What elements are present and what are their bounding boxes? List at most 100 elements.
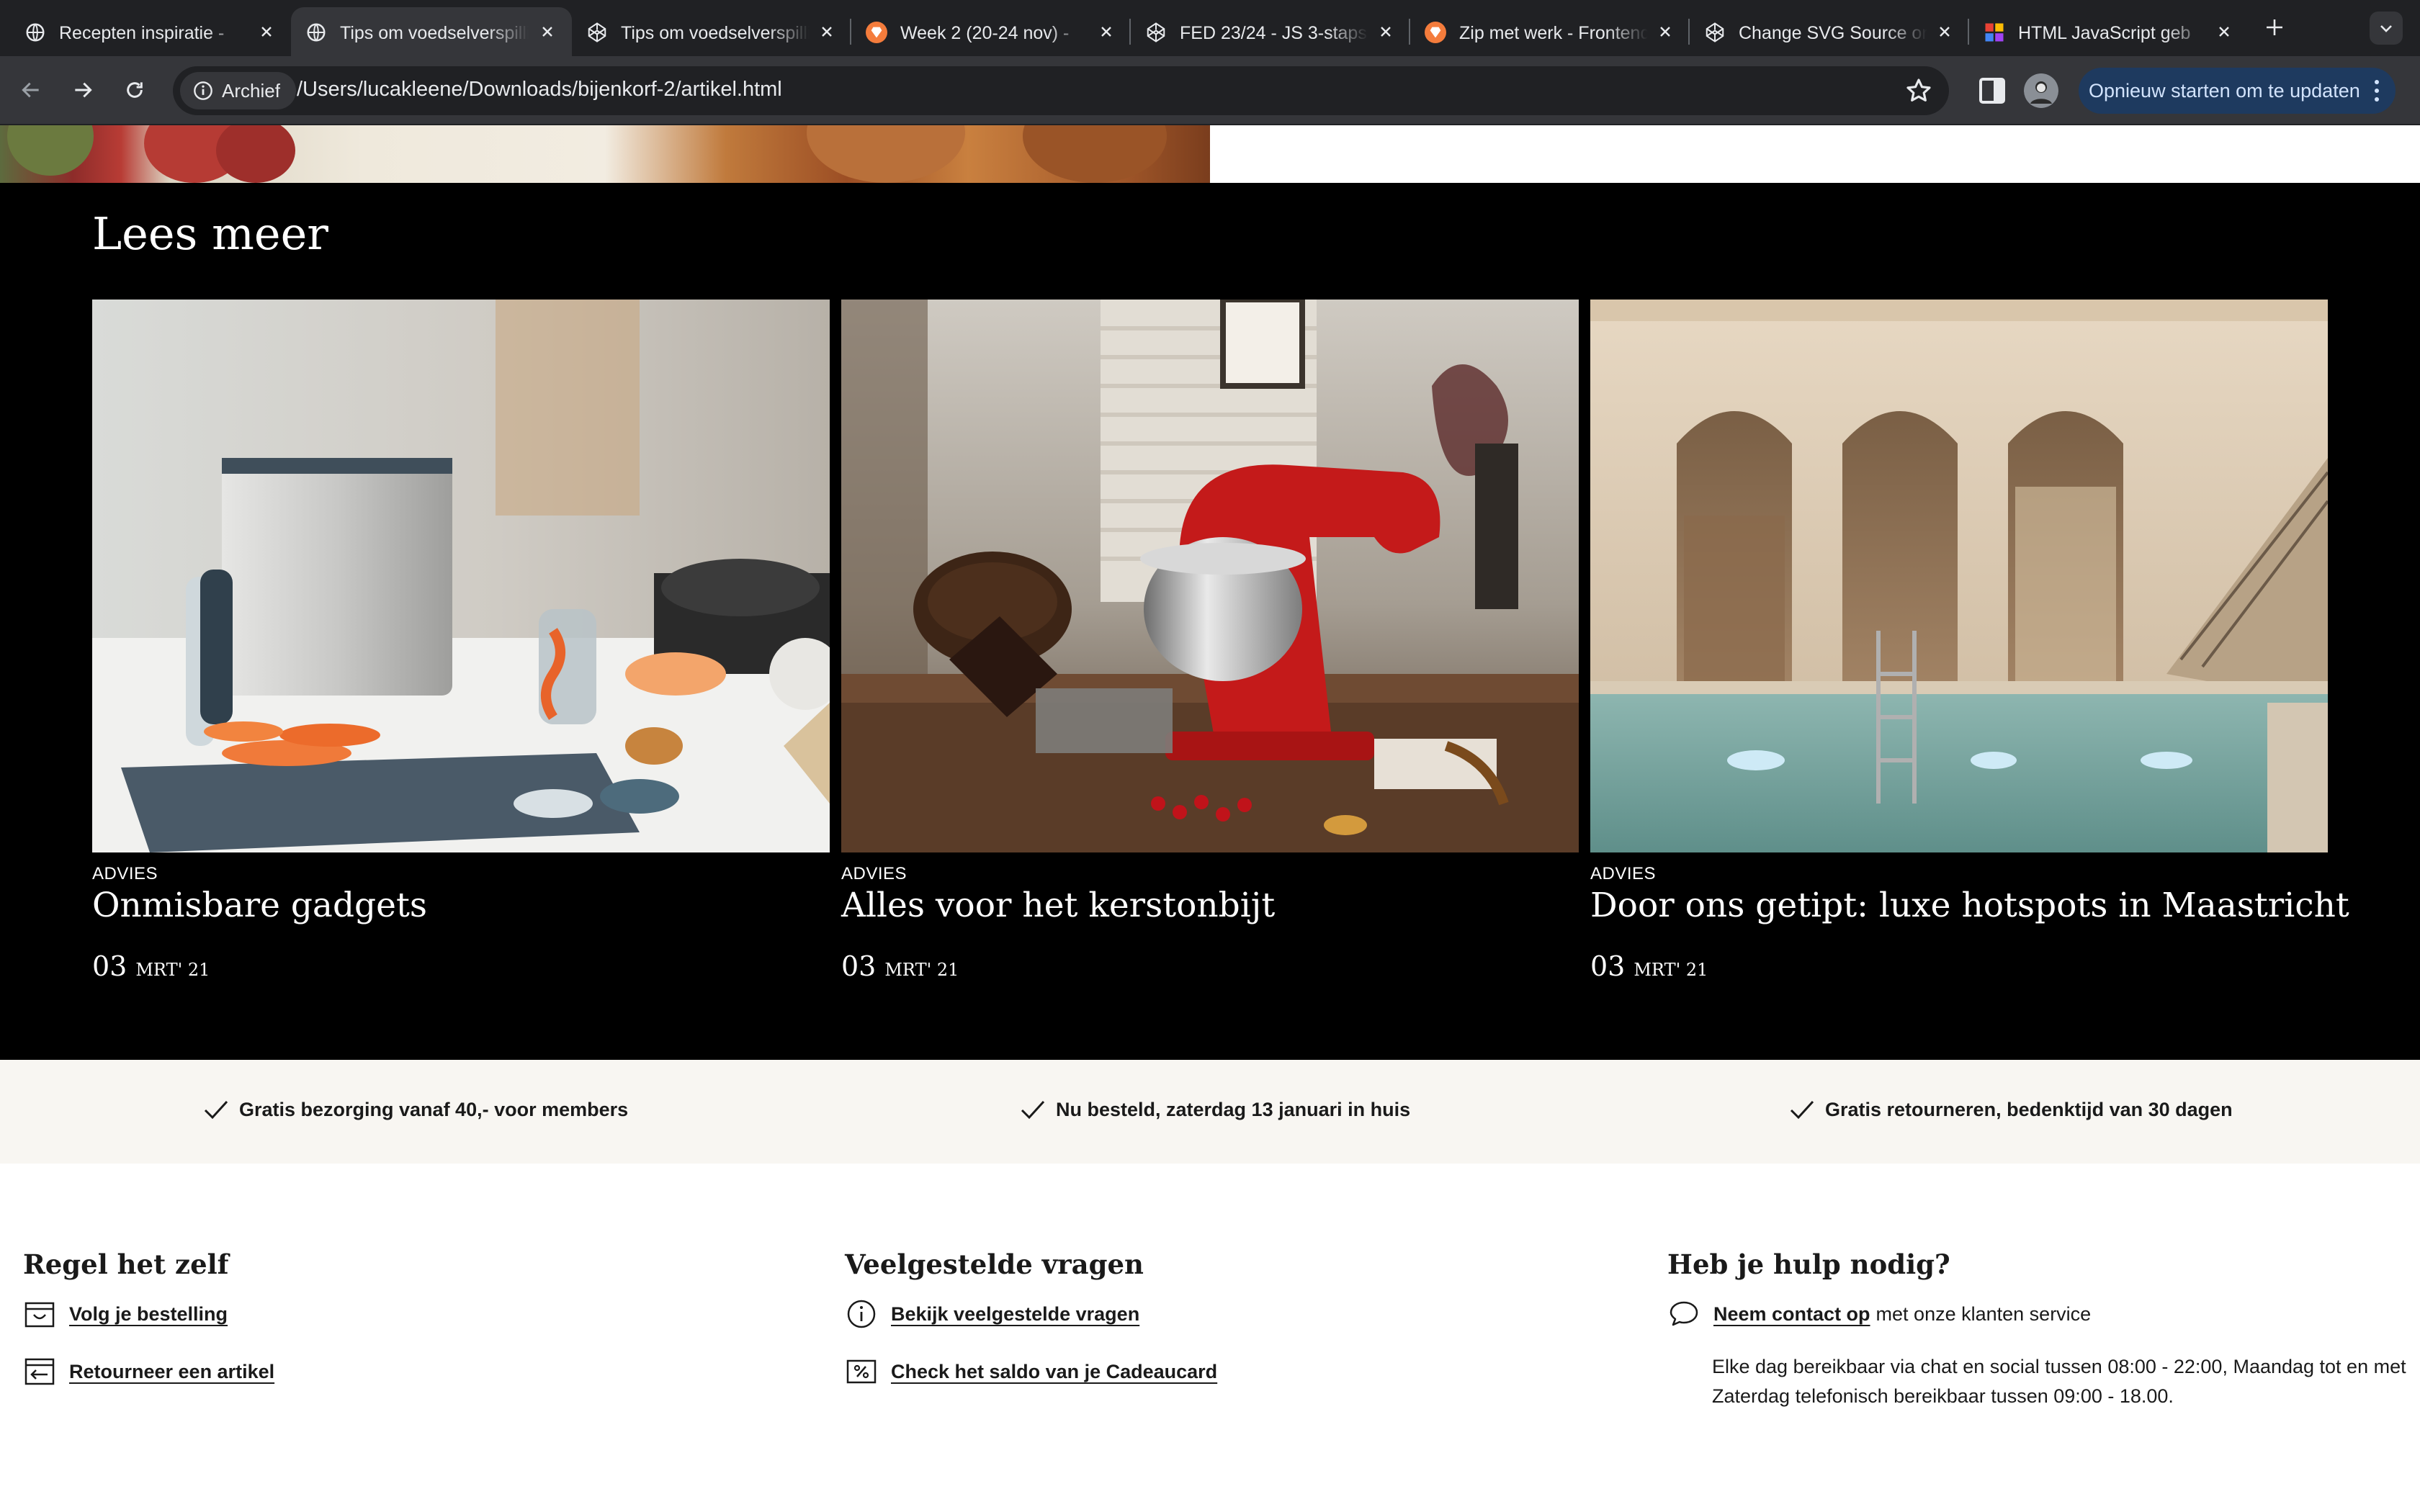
tab-title: Week 2 (20-24 nov) - — [900, 23, 1070, 43]
track-order-link[interactable]: Volg je bestelling — [69, 1303, 228, 1326]
bookmark-star-icon[interactable] — [1904, 76, 1933, 105]
card-category: ADVIES — [841, 864, 908, 883]
close-tab-icon[interactable] — [255, 20, 278, 43]
forward-button[interactable] — [65, 72, 101, 108]
update-label: Opnieuw starten om te updaten — [2089, 80, 2360, 102]
close-tab-icon[interactable] — [536, 20, 559, 43]
tab-title: FED 23/24 - JS 3-staps — [1180, 23, 1367, 43]
colorful-icon — [1984, 22, 2005, 43]
reload-button[interactable] — [117, 72, 153, 108]
usp-item: Gratis bezorging vanaf 40,- voor members — [203, 1099, 628, 1121]
usp-item: Nu besteld, zaterdag 13 januari in huis — [1020, 1099, 1410, 1121]
return-item-link[interactable]: Retourneer een artikel — [69, 1361, 274, 1383]
plus-icon — [2267, 19, 2282, 35]
chip-label: Archief — [222, 80, 280, 102]
url-text[interactable]: /Users/lucakleene/Downloads/bijenkorf-2/… — [297, 78, 782, 102]
tab-search-button[interactable] — [2370, 12, 2403, 45]
read-more-section: Lees meer ADVIES Onmisbare gadgets 03 MR… — [0, 183, 2420, 1060]
section-heading: Lees meer — [92, 207, 328, 260]
more-vert-icon[interactable] — [2370, 78, 2384, 104]
tab-recepten[interactable]: Recepten inspiratie - — [10, 7, 291, 56]
card-title[interactable]: Alles voor het kerstonbijt — [841, 886, 1275, 925]
globe-icon — [24, 22, 46, 43]
close-tab-icon[interactable] — [1933, 20, 1956, 43]
chevron-down-icon — [2380, 25, 2392, 32]
tab-title: Tips om voedselverspilling — [340, 23, 529, 43]
globe-icon — [305, 22, 327, 43]
chat-bubble-icon — [1670, 1301, 1698, 1326]
close-tab-icon[interactable] — [1095, 20, 1118, 43]
info-icon — [194, 81, 212, 100]
side-panel-icon[interactable] — [1975, 73, 2009, 108]
footer-heading: Veelgestelde vragen — [845, 1248, 1144, 1280]
tab-tips-active[interactable]: Tips om voedselverspilling — [291, 7, 572, 56]
tab-tips-codepen[interactable]: Tips om voedselverspilling — [572, 7, 851, 56]
close-tab-icon[interactable] — [2213, 20, 2236, 43]
usp-text: Nu besteld, zaterdag 13 januari in huis — [1056, 1099, 1411, 1120]
tab-fed[interactable]: FED 23/24 - JS 3-staps — [1131, 7, 1410, 56]
availability-text: Elke dag bereikbaar via chat en social t… — [1712, 1356, 2406, 1407]
address-bar[interactable]: Archief /Users/lucakleene/Downloads/bije… — [173, 66, 1949, 115]
package-track-icon — [24, 1302, 55, 1328]
back-button[interactable] — [13, 72, 49, 108]
footer-heading: Regel het zelf — [23, 1248, 229, 1280]
codepen-icon — [586, 22, 608, 43]
indoor-pool-arches-photo[interactable] — [1590, 300, 2328, 852]
card-category: ADVIES — [1590, 864, 1657, 883]
footer-link-row: Neem contact op met onze klanten service — [1667, 1297, 2091, 1331]
card-date: 03 MRT' 21 — [1590, 950, 1708, 982]
checkmark-icon — [1021, 1100, 1045, 1119]
codepen-icon — [1145, 22, 1167, 43]
tab-title: HTML JavaScript geb — [2018, 23, 2191, 43]
usp-item: Gratis retourneren, bedenktijd van 30 da… — [1789, 1099, 2233, 1121]
reload-icon — [127, 82, 143, 98]
footer-column-faq: Veelgestelde vragen Bekijk veelgestelde … — [845, 1248, 1565, 1384]
arrow-left-icon — [22, 82, 39, 98]
usp-text: Gratis bezorging vanaf 40,- voor members — [239, 1099, 629, 1120]
close-tab-icon[interactable] — [1374, 20, 1397, 43]
close-tab-icon[interactable] — [1654, 20, 1677, 43]
contact-suffix: met onze klanten service — [1876, 1302, 2092, 1325]
page-viewport: Lees meer ADVIES Onmisbare gadgets 03 MR… — [0, 125, 2420, 1512]
tab-html-javascript[interactable]: HTML JavaScript geb — [1969, 7, 2249, 56]
card-date: 03 MRT' 21 — [841, 950, 959, 982]
tab-title: Change SVG Source on — [1739, 23, 1927, 43]
tab-title: Recepten inspiratie - — [59, 23, 225, 43]
gift-card-balance-link[interactable]: Check het saldo van je Cadeaucard — [891, 1361, 1217, 1383]
footer-heading: Heb je hulp nodig? — [1667, 1248, 1950, 1280]
close-tab-icon[interactable] — [815, 20, 838, 43]
card-date: 03 MRT' 21 — [92, 950, 210, 982]
footer-column-self-service: Regel het zelf Volg je bestelling Retour… — [23, 1248, 743, 1385]
restart-to-update-button[interactable]: Opnieuw starten om te updaten — [2079, 68, 2396, 114]
codepen-icon — [1704, 22, 1726, 43]
info-circle-icon — [847, 1300, 876, 1328]
card-date-day: 03 — [92, 950, 127, 982]
profile-avatar[interactable] — [2024, 73, 2058, 108]
article-hero-image — [0, 125, 1210, 183]
footer-link-row[interactable]: Volg je bestelling — [23, 1297, 228, 1331]
footer-link-row[interactable]: Bekijk veelgestelde vragen — [845, 1297, 1139, 1331]
faq-link[interactable]: Bekijk veelgestelde vragen — [891, 1303, 1139, 1326]
tab-title: Zip met werk - Frontend — [1459, 23, 1648, 43]
card-date-day: 03 — [841, 950, 877, 982]
usp-text: Gratis retourneren, bedenktijd van 30 da… — [1825, 1099, 2233, 1120]
contact-link[interactable]: Neem contact op — [1713, 1303, 1870, 1326]
footer-column-help: Heb je hulp nodig? Neem contact op met o… — [1667, 1248, 2409, 1407]
tab-title: Tips om voedselverspilling — [621, 23, 810, 43]
arrow-right-icon — [75, 82, 92, 98]
tab-week-2[interactable]: Week 2 (20-24 nov) - — [851, 7, 1131, 56]
footer-link-row[interactable]: Check het saldo van je Cadeaucard — [845, 1355, 1217, 1388]
tab-zip[interactable]: Zip met werk - Frontend — [1410, 7, 1690, 56]
checkmark-icon — [1790, 1100, 1814, 1119]
card-date-month: MRT' 21 — [1634, 960, 1708, 980]
tab-change-svg[interactable]: Change SVG Source on — [1690, 7, 1969, 56]
card-title[interactable]: Door ons getipt: luxe hotspots in Maastr… — [1590, 886, 2349, 925]
kitchen-gadgets-photo[interactable] — [92, 300, 830, 852]
new-tab-button[interactable] — [2259, 12, 2290, 43]
site-info-chip[interactable]: Archief — [180, 72, 296, 109]
card-title[interactable]: Onmisbare gadgets — [92, 886, 427, 925]
card-date-day: 03 — [1590, 950, 1626, 982]
footer-link-row[interactable]: Retourneer een artikel — [23, 1355, 274, 1388]
red-stand-mixer-photo[interactable] — [841, 300, 1579, 852]
browser-toolbar: Archief /Users/lucakleene/Downloads/bije… — [0, 56, 2420, 125]
